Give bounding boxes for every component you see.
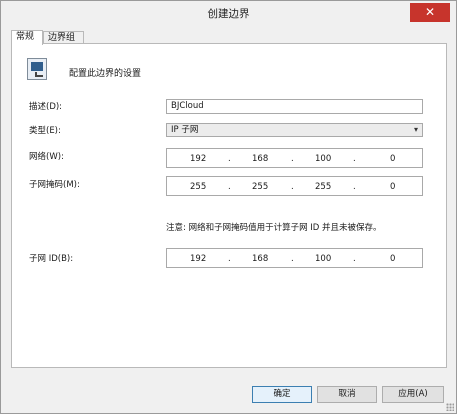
window-title: 创建边界 <box>207 8 250 20</box>
subnet-mask-ip-input[interactable]: 255 . 255 . 255 . 0 <box>166 176 423 196</box>
network-cable <box>35 72 43 77</box>
apply-button[interactable]: 应用(A) <box>382 386 444 403</box>
ip-dot: . <box>228 154 231 164</box>
close-icon: ✕ <box>424 5 436 19</box>
type-label: 类型(E): <box>29 126 61 136</box>
mask-octet-4[interactable]: 0 <box>390 182 395 192</box>
ip-dot: . <box>353 254 356 264</box>
close-button[interactable]: ✕ <box>410 3 450 22</box>
subnet-id-ip-input[interactable]: 192 . 168 . 100 . 0 <box>166 248 423 268</box>
ip-dot: . <box>291 182 294 192</box>
subnet-id-label: 子网 ID(B): <box>29 254 74 264</box>
network-octet-3[interactable]: 100 <box>315 154 331 164</box>
subnet-mask-label: 子网掩码(M): <box>29 180 80 190</box>
general-panel: 配置此边界的设置 描述(D): BJCloud 类型(E): IP 子网 ▾ 网… <box>11 43 447 368</box>
network-octet-2[interactable]: 168 <box>252 154 268 164</box>
subnet-id-octet-1[interactable]: 192 <box>190 254 206 264</box>
ok-button[interactable]: 确定 <box>252 386 312 403</box>
network-octet-1[interactable]: 192 <box>190 154 206 164</box>
ip-dot: . <box>228 254 231 264</box>
network-octet-4[interactable]: 0 <box>390 154 395 164</box>
cancel-button[interactable]: 取消 <box>317 386 377 403</box>
subnet-id-octet-4[interactable]: 0 <box>390 254 395 264</box>
subnet-id-octet-3[interactable]: 100 <box>315 254 331 264</box>
mask-octet-2[interactable]: 255 <box>252 182 268 192</box>
subnet-id-octet-2[interactable]: 168 <box>252 254 268 264</box>
description-label: 描述(D): <box>29 102 63 112</box>
tab-general[interactable]: 常规 <box>11 30 43 45</box>
ip-dot: . <box>291 254 294 264</box>
create-boundary-dialog: 创建边界 ✕ 常规 边界组 配置此边界的设置 描述(D): BJCloud 类型… <box>0 0 457 414</box>
ip-dot: . <box>353 154 356 164</box>
title-bar[interactable]: 创建边界 ✕ <box>1 1 456 25</box>
header-description: 配置此边界的设置 <box>69 69 142 79</box>
network-label: 网络(W): <box>29 152 64 162</box>
mask-octet-3[interactable]: 255 <box>315 182 331 192</box>
network-ip-input[interactable]: 192 . 168 . 100 . 0 <box>166 148 423 168</box>
ip-dot: . <box>353 182 356 192</box>
resize-grip-icon[interactable] <box>446 403 454 411</box>
network-computer-icon <box>27 58 47 80</box>
type-selected-value: IP 子网 <box>171 125 199 135</box>
monitor-screen <box>31 62 43 71</box>
ip-dot: . <box>228 182 231 192</box>
subnet-note: 注意: 网络和子网掩码值用于计算子网 ID 并且未被保存。 <box>166 223 382 233</box>
description-input[interactable]: BJCloud <box>166 99 423 114</box>
type-select[interactable]: IP 子网 ▾ <box>166 123 423 137</box>
chevron-down-icon: ▾ <box>413 125 418 134</box>
ip-dot: . <box>291 154 294 164</box>
mask-octet-1[interactable]: 255 <box>190 182 206 192</box>
